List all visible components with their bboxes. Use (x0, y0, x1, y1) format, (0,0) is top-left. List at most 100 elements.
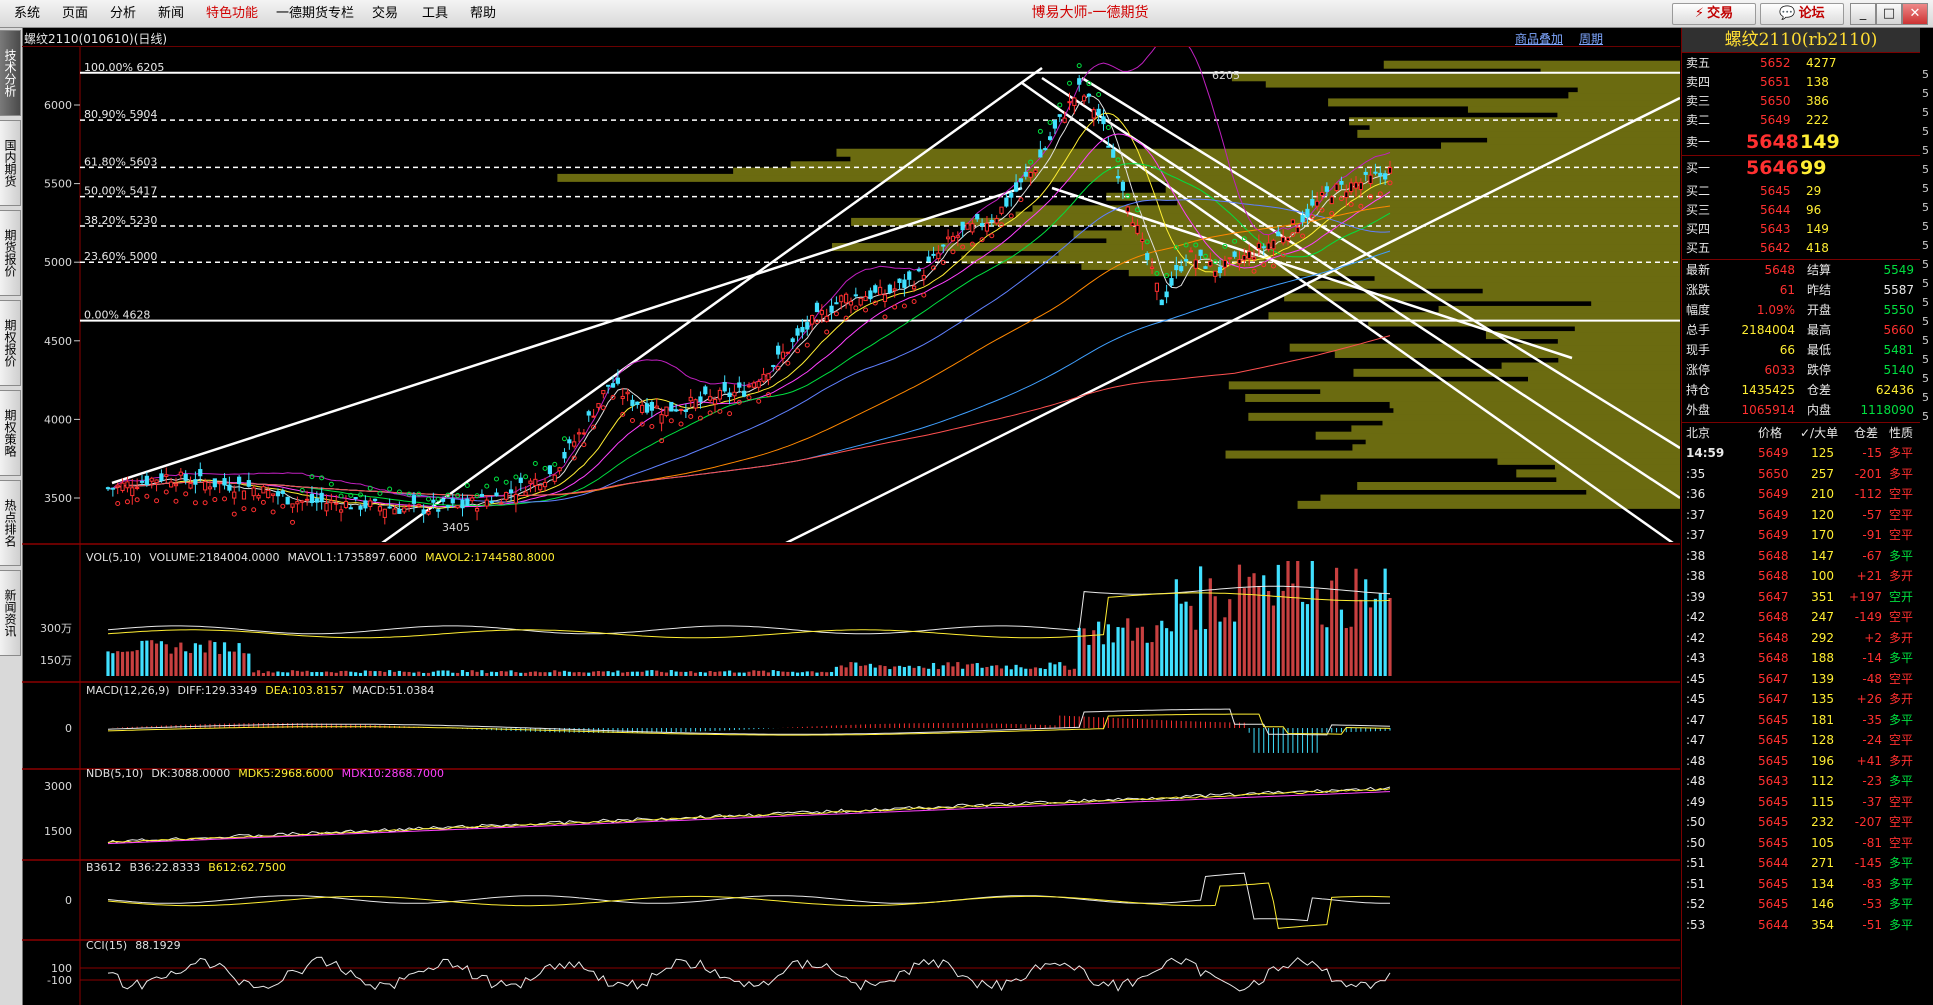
candle-body (499, 502, 504, 505)
chart-canvas[interactable]: 100.00% 6205 80.90% 5904 61.80% 5603 50.00%… (22, 28, 1680, 1005)
overlay-commodity-link[interactable]: 商品叠加 (1515, 30, 1563, 47)
close-button[interactable]: ✕ (1902, 3, 1928, 25)
volume-bar (1310, 561, 1314, 676)
ask-price: 5652 (1760, 56, 1791, 70)
volume-bar (572, 672, 576, 676)
volume-bar (208, 640, 212, 676)
volume-bar (1266, 591, 1271, 676)
sidetab-options-quotes[interactable]: 期权报价 (0, 300, 21, 386)
macd-axis-label: 0 (65, 722, 72, 735)
trade-button[interactable]: ⚡ 交易 (1672, 3, 1756, 25)
volume-bar (1325, 627, 1329, 676)
volume-bar (145, 640, 149, 676)
menu-special[interactable]: 特色功能 (206, 0, 258, 27)
menu-page[interactable]: 页面 (62, 0, 88, 27)
menu-news[interactable]: 新闻 (158, 0, 184, 27)
bid-volume: 29 (1806, 184, 1822, 198)
volume-bar (1126, 618, 1130, 676)
tick-row: :38 5648 100 +21 多开 (1682, 567, 1920, 586)
candle-body (606, 384, 611, 387)
volume-bar (509, 670, 513, 676)
sar-dot (853, 305, 859, 311)
candle-body (1038, 149, 1043, 158)
volume-bar (985, 666, 989, 676)
volume-bar (655, 670, 659, 676)
macd-diff-line (107, 708, 1391, 736)
volume-bar (829, 671, 834, 676)
candle-body (1057, 114, 1062, 117)
ma-line (107, 335, 1391, 497)
candle-body (1115, 176, 1121, 179)
tick-price: 5648 (1758, 651, 1789, 665)
menu-help[interactable]: 帮助 (470, 0, 496, 27)
menu-yide-column[interactable]: 一德期货专栏 (276, 0, 354, 27)
candle-body (916, 269, 922, 272)
candle-body (222, 478, 227, 486)
edge-strip: 5 5 5 5 5 5 5 5 5 5 5 5 5 5 5 5 5 5 5 (1920, 28, 1933, 1005)
volume-bar (290, 670, 295, 676)
volume-bar (1373, 598, 1378, 676)
sidetab-options-strategy[interactable]: 期权策略 (0, 390, 21, 476)
menu-analysis[interactable]: 分析 (110, 0, 136, 27)
tick-row: :42 5648 247 -149 空平 (1682, 608, 1920, 627)
menu-trade[interactable]: 交易 (372, 0, 398, 27)
candle-body (154, 479, 159, 484)
side-tabs: 技术分析 国内期货 期货报价 期权报价 期权策略 热点排名 新闻资讯 (0, 28, 23, 1005)
candle-body (1368, 174, 1373, 184)
sidetab-domestic-futures[interactable]: 国内期货 (0, 120, 21, 206)
minimize-button[interactable]: _ (1850, 3, 1876, 25)
volume-bar (703, 672, 707, 676)
period-link[interactable]: 周期 (1579, 30, 1603, 47)
chart-area[interactable]: 100.00% 6205 80.90% 5904 61.80% 5603 50.00%… (22, 28, 1680, 1005)
sar-dot (561, 436, 567, 442)
candle-body (1213, 270, 1218, 277)
ndb-mdk10-line (107, 791, 1391, 845)
volume-bar (116, 651, 120, 676)
bid-volume: 149 (1806, 222, 1829, 236)
mavol2-line (107, 592, 1391, 639)
candle-body (139, 480, 145, 483)
ask-volume: 222 (1806, 113, 1829, 127)
candle-body (1183, 259, 1189, 262)
tick-nature: 空平 (1889, 610, 1914, 624)
candle-body (110, 487, 115, 490)
sidetab-news[interactable]: 新闻资讯 (0, 570, 21, 656)
candle-body (193, 479, 198, 485)
menu-tools[interactable]: 工具 (422, 0, 448, 27)
volume-bar (1228, 599, 1232, 676)
volume-bar (1058, 662, 1062, 676)
candle-body (829, 305, 834, 313)
tick-volume: 146 (1811, 897, 1834, 911)
sar-dot (892, 304, 898, 310)
tick-nature: 多开 (1889, 692, 1914, 706)
cci-panel: 100-100 (47, 956, 1680, 992)
menu-system[interactable]: 系统 (14, 0, 40, 27)
candle-body (207, 486, 213, 490)
ticks-header-row: 北京 价格 ✓/大单 仓差 性质 (1682, 424, 1920, 443)
sidetab-hot-ranking[interactable]: 热点排名 (0, 480, 21, 566)
tick-oi-change: -24 (1862, 733, 1882, 747)
fib-level-label: 0.00% 4628 (84, 309, 150, 322)
volume-bar (791, 671, 795, 676)
sar-dot (668, 418, 674, 424)
ndb-axis-label: 1500 (44, 825, 72, 838)
volume-bar (1203, 629, 1208, 676)
candle-body (674, 409, 679, 412)
candle-body (314, 498, 319, 503)
tick-nature: 多开 (1889, 569, 1914, 583)
volume-bar (834, 666, 839, 676)
candle-body (926, 256, 931, 262)
tick-oi-change: -53 (1862, 897, 1882, 911)
candle-body (698, 396, 703, 402)
sidetab-technical-analysis[interactable]: 技术分析 (0, 30, 21, 116)
stat-value: 1435425 (1741, 383, 1795, 397)
maximize-button[interactable]: □ (1876, 3, 1902, 25)
candle-body (1004, 197, 1009, 207)
candle-body (897, 278, 902, 283)
candle-body (669, 401, 674, 412)
volume-bar (1067, 669, 1072, 676)
candle-body (392, 508, 397, 515)
forum-button[interactable]: 💬 论坛 (1760, 3, 1844, 25)
sidetab-futures-quotes[interactable]: 期货报价 (0, 210, 21, 296)
tick-time: :48 (1686, 774, 1706, 788)
